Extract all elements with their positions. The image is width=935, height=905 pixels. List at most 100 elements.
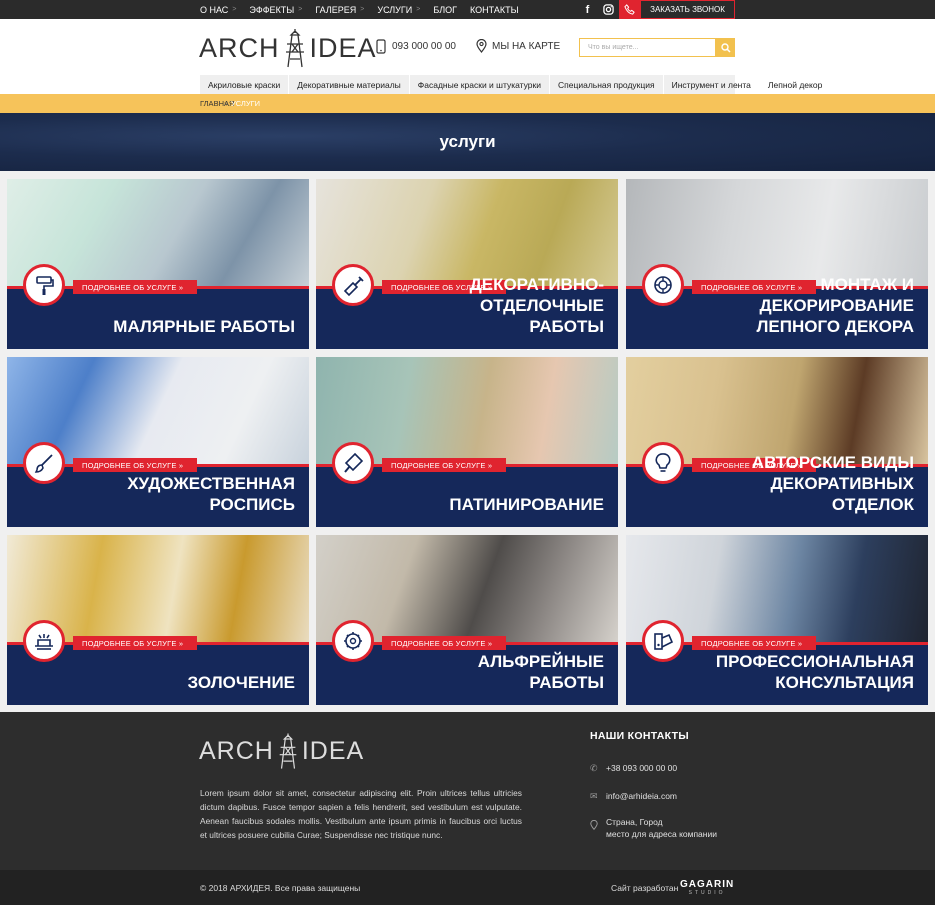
footer-address-line2: место для адреса компании [606, 829, 717, 839]
footer-email[interactable]: ✉ info@arhideia.com [590, 790, 677, 802]
search-button[interactable] [716, 38, 735, 57]
tower-logo-icon [285, 29, 304, 68]
studio-name: GAGARIN [680, 879, 735, 890]
footer-address: Страна, Город место для адреса компании [590, 816, 717, 840]
bottom-bar: © 2018 АРХИДЕЯ. Все права защищены Сайт … [0, 870, 935, 905]
topnav-item-blog[interactable]: БЛОГ [433, 5, 457, 15]
service-card[interactable]: ПОДРОБНЕЕ ОБ УСЛУГЕ » МОНТАЖ И ДЕКОРИРОВА… [626, 179, 928, 349]
category-acrylic-paints[interactable]: Акриловые краски [200, 75, 290, 94]
service-card[interactable]: ПОДРОБНЕЕ ОБ УСЛУГЕ » ЗОЛОЧЕНИЕ [7, 535, 309, 705]
service-title[interactable]: АЛЬФРЕЙНЫЕ РАБОТЫ [374, 651, 604, 693]
instagram-icon[interactable] [598, 0, 619, 19]
search-icon [720, 42, 731, 53]
paint-roller-icon [23, 264, 65, 306]
service-card[interactable]: ПОДРОБНЕЕ ОБ УСЛУГЕ » ХУДОЖЕСТВЕННАЯ РОСПИ… [7, 357, 309, 527]
header-map-label: МЫ НА КАРТЕ [492, 40, 561, 52]
chevron-right-icon: > [232, 6, 237, 13]
breadcrumb-separator: » [224, 99, 229, 108]
facebook-icon[interactable]: f [577, 0, 598, 19]
service-title-line: МАЛЯРНЫЕ РАБОТЫ [113, 317, 295, 336]
service-title-line: ПРОФЕССИОНАЛЬНАЯ [715, 652, 914, 671]
category-moulding-decor[interactable]: Лепной декор [760, 75, 830, 94]
footer-logo[interactable]: ARCH IDEA [199, 732, 364, 770]
service-card[interactable]: ПОДРОБНЕЕ ОБ УСЛУГЕ » ДЕКОРАТИВНО-ОТДЕЛОЧ… [316, 179, 618, 349]
gilding-icon [23, 620, 65, 662]
trowel-icon [332, 264, 374, 306]
service-card[interactable]: ПОДРОБНЕЕ ОБ УСЛУГЕ » ПРОФЕССИОНАЛЬНАЯ КОН… [626, 535, 928, 705]
breadcrumb-home[interactable]: ГЛАВНАЯ [200, 99, 234, 108]
service-title[interactable]: ЗОЛОЧЕНИЕ [65, 672, 296, 693]
map-pin-icon [590, 816, 606, 833]
service-title-line: ХУДОЖЕСТВЕННАЯ [127, 474, 295, 493]
service-title[interactable]: МАЛЯРНЫЕ РАБОТЫ [65, 316, 295, 337]
service-card[interactable]: ПОДРОБНЕЕ ОБ УСЛУГЕ » АЛЬФРЕЙНЫЕ РАБОТЫ [316, 535, 618, 705]
logo[interactable]: ARCH IDEA [199, 28, 377, 68]
paint-pot-icon [332, 442, 374, 484]
service-card[interactable]: ПОДРОБНЕЕ ОБ УСЛУГЕ » ПАТИНИРОВАНИЕ [316, 357, 618, 527]
service-title[interactable]: ПАТИНИРОВАНИЕ [374, 494, 604, 515]
service-title-line: ДЕКОРАТИВНЫХ ОТДЕЛОК [770, 474, 914, 514]
service-title[interactable]: ХУДОЖЕСТВЕННАЯ РОСПИСЬ [65, 473, 295, 515]
category-tools-tape[interactable]: Инструмент и лента [664, 75, 760, 94]
header-phone-number: 093 000 00 00 [392, 41, 456, 52]
topnav-item-about[interactable]: О НАС > [200, 5, 236, 15]
service-title-line: ЗОЛОЧЕНИЕ [187, 673, 296, 692]
footer-address-line1: Страна, Город [606, 817, 663, 827]
service-title-line: РОСПИСЬ [209, 495, 295, 514]
footer-logo-text-right: IDEA [301, 736, 365, 765]
service-card[interactable]: ПОДРОБНЕЕ ОБ УСЛУГЕ » МАЛЯРНЫЕ РАБОТЫ [7, 179, 309, 349]
page-title: услуги [439, 132, 496, 151]
service-title-line: ЛЕПНОГО ДЕКОРА [756, 317, 914, 336]
chevron-right-icon: > [298, 6, 303, 13]
topnav-item-label: ГАЛЕРЕЯ [315, 4, 357, 15]
header-map-link[interactable]: МЫ НА КАРТЕ [476, 39, 560, 53]
search-input[interactable]: Что вы ищете... [579, 38, 716, 57]
logo-text-left: ARCH [199, 32, 280, 63]
header: ARCH IDEA 093 000 00 00 МЫ НА КАРТЕ Что … [0, 19, 935, 94]
service-title[interactable]: ДЕКОРАТИВНО-ОТДЕЛОЧНЫЕ РАБОТЫ [374, 274, 604, 337]
service-title[interactable]: МОНТАЖ И ДЕКОРИРОВАНИЕ ЛЕПНОГО ДЕКОРА [684, 274, 914, 337]
service-title[interactable]: ПРОФЕССИОНАЛЬНАЯ КОНСУЛЬТАЦИЯ [684, 651, 914, 693]
service-title-line: ДЕКОРАТИВНО-ОТДЕЛОЧНЫЕ [469, 275, 604, 315]
service-more-button[interactable]: ПОДРОБНЕЕ ОБ УСЛУГЕ » [382, 458, 507, 472]
footer-logo-text-left: ARCH [199, 736, 274, 765]
map-pin-icon [476, 39, 487, 53]
topnav-item-gallery[interactable]: ГАЛЕРЕЯ > [315, 5, 364, 15]
topnav-item-services[interactable]: УСЛУГИ > [377, 5, 420, 15]
top-nav: О НАС > ЭФФЕКТЫ > ГАЛЕРЕЯ > УСЛУГИ > БЛОГ КО… [200, 0, 532, 19]
service-title-line: КОНСУЛЬТАЦИЯ [775, 673, 914, 692]
service-more-button[interactable]: ПОДРОБНЕЕ ОБ УСЛУГЕ » [692, 636, 817, 650]
mobile-phone-icon [376, 39, 386, 54]
service-more-button[interactable]: ПОДРОБНЕЕ ОБ УСЛУГЕ » [382, 636, 507, 650]
service-more-button[interactable]: ПОДРОБНЕЕ ОБ УСЛУГЕ » [73, 458, 198, 472]
category-decorative-materials[interactable]: Декоративные материалы [289, 75, 410, 94]
request-call-button[interactable]: ЗАКАЗАТЬ ЗВОНОК [640, 0, 735, 19]
tower-logo-icon [279, 733, 297, 769]
footer-contacts-title: НАШИ КОНТАКТЫ [590, 730, 689, 742]
brush-icon [23, 442, 65, 484]
header-phone[interactable]: 093 000 00 00 [376, 39, 456, 54]
service-more-button[interactable]: ПОДРОБНЕЕ ОБ УСЛУГЕ » [73, 280, 198, 294]
footer-email-text: info@arhideia.com [606, 791, 677, 801]
topnav-item-effects[interactable]: ЭФФЕКТЫ > [249, 5, 302, 15]
topnav-item-label: БЛОГ [433, 4, 458, 15]
developed-by: Сайт разработан [611, 883, 679, 893]
topnav-item-label: КОНТАКТЫ [470, 4, 519, 15]
studio-logo[interactable]: GAGARIN STUDIO [680, 879, 734, 896]
topnav-item-contacts[interactable]: КОНТАКТЫ [470, 5, 519, 15]
footer-phone[interactable]: ✆ +38 093 000 00 00 [590, 762, 677, 774]
service-card[interactable]: ПОДРОБНЕЕ ОБ УСЛУГЕ » АВТОРСКИЕ ВИДЫ ДЕКОР… [626, 357, 928, 527]
envelope-icon: ✉ [590, 791, 598, 801]
phone-icon[interactable] [619, 0, 640, 19]
studio-sub: STUDIO [688, 890, 726, 896]
service-title-line: АЛЬФРЕЙНЫЕ [477, 652, 604, 671]
category-facade-paints[interactable]: Фасадные краски и штукатурки [410, 75, 551, 94]
gear-palette-icon [332, 620, 374, 662]
phone-icon: ✆ [590, 763, 598, 773]
service-title[interactable]: АВТОРСКИЕ ВИДЫ ДЕКОРАТИВНЫХ ОТДЕЛОК [684, 452, 914, 515]
service-more-button[interactable]: ПОДРОБНЕЕ ОБ УСЛУГЕ » [73, 636, 198, 650]
topnav-item-label: О НАС [200, 4, 229, 15]
category-special-products[interactable]: Специальная продукция [550, 75, 664, 94]
service-title-line: АВТОРСКИЕ ВИДЫ [751, 453, 914, 472]
topnav-item-label: УСЛУГИ [377, 4, 413, 15]
